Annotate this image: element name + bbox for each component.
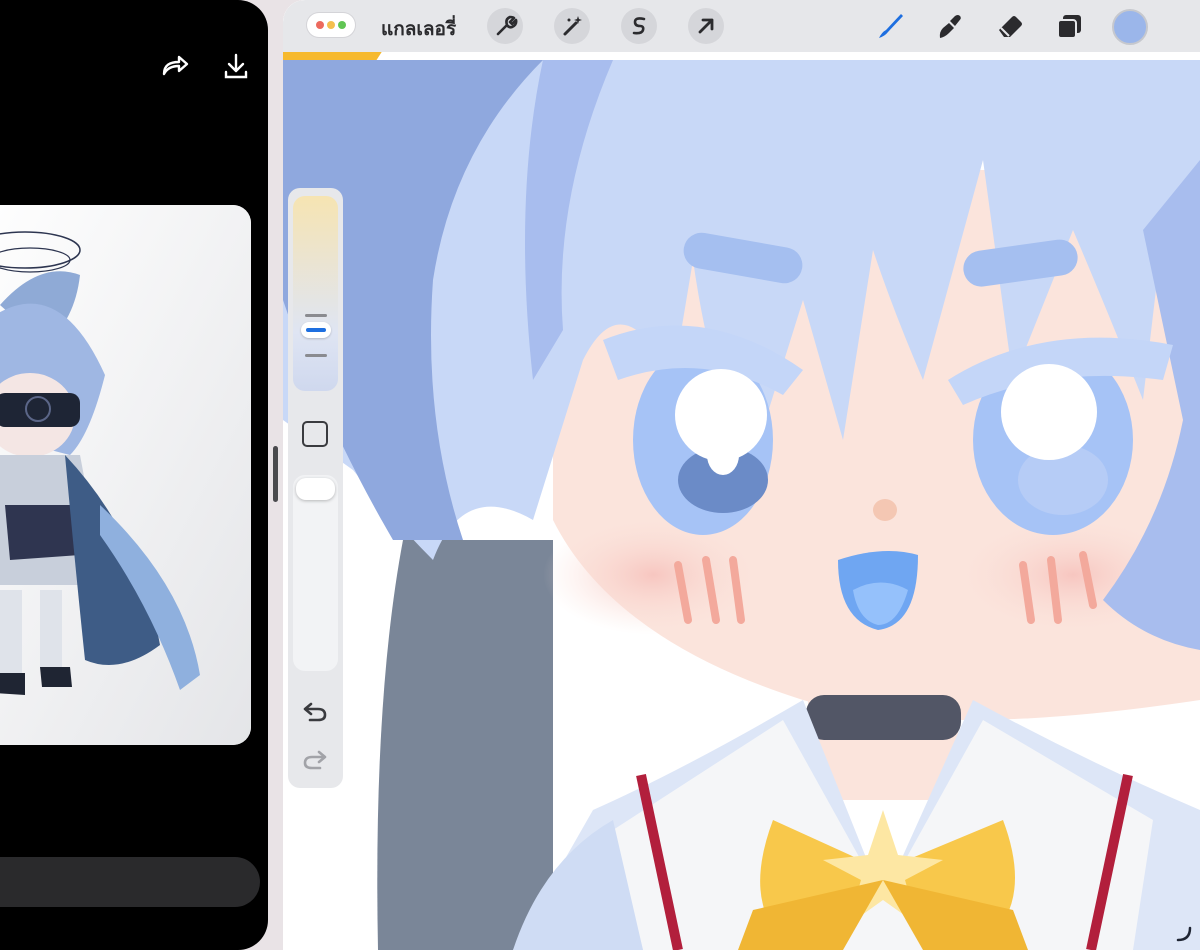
layers-icon[interactable]: [1051, 8, 1087, 44]
transform-arrow-icon[interactable]: [688, 8, 724, 44]
redo-icon[interactable]: [300, 744, 330, 774]
brush-icon[interactable]: [871, 8, 907, 44]
artwork-preview-image[interactable]: [0, 205, 251, 745]
resize-corner-icon[interactable]: [1174, 924, 1194, 944]
left-sidebar: [288, 188, 343, 788]
caption-bar[interactable]: [0, 857, 260, 907]
opacity-slider[interactable]: [293, 475, 338, 671]
split-view-divider-handle[interactable]: [273, 446, 278, 502]
color-picker-swatch[interactable]: [1112, 9, 1148, 45]
brush-size-thumb[interactable]: [301, 322, 331, 338]
wrench-icon[interactable]: [487, 8, 523, 44]
modify-button[interactable]: [302, 421, 328, 447]
slider-tick: [305, 354, 327, 357]
close-dot[interactable]: [316, 21, 324, 29]
top-toolbar: แกลเลอรี่: [283, 0, 1200, 52]
opacity-thumb[interactable]: [296, 478, 335, 500]
undo-icon[interactable]: [300, 696, 330, 726]
zoom-dot[interactable]: [338, 21, 346, 29]
eraser-icon[interactable]: [992, 8, 1028, 44]
magic-wand-icon[interactable]: [554, 8, 590, 44]
selection-icon[interactable]: [621, 8, 657, 44]
window-controls[interactable]: [307, 13, 355, 37]
drawing-app-window: แกลเลอรี่: [283, 0, 1200, 950]
minimize-dot[interactable]: [327, 21, 335, 29]
share-icon[interactable]: [158, 50, 190, 82]
download-icon[interactable]: [220, 50, 252, 82]
photo-viewer-window: [0, 0, 268, 950]
smudge-icon[interactable]: [931, 8, 967, 44]
drawing-canvas[interactable]: [283, 0, 1200, 950]
gallery-button[interactable]: แกลเลอรี่: [381, 14, 456, 44]
brush-size-slider[interactable]: [293, 196, 338, 391]
slider-tick: [305, 314, 327, 317]
